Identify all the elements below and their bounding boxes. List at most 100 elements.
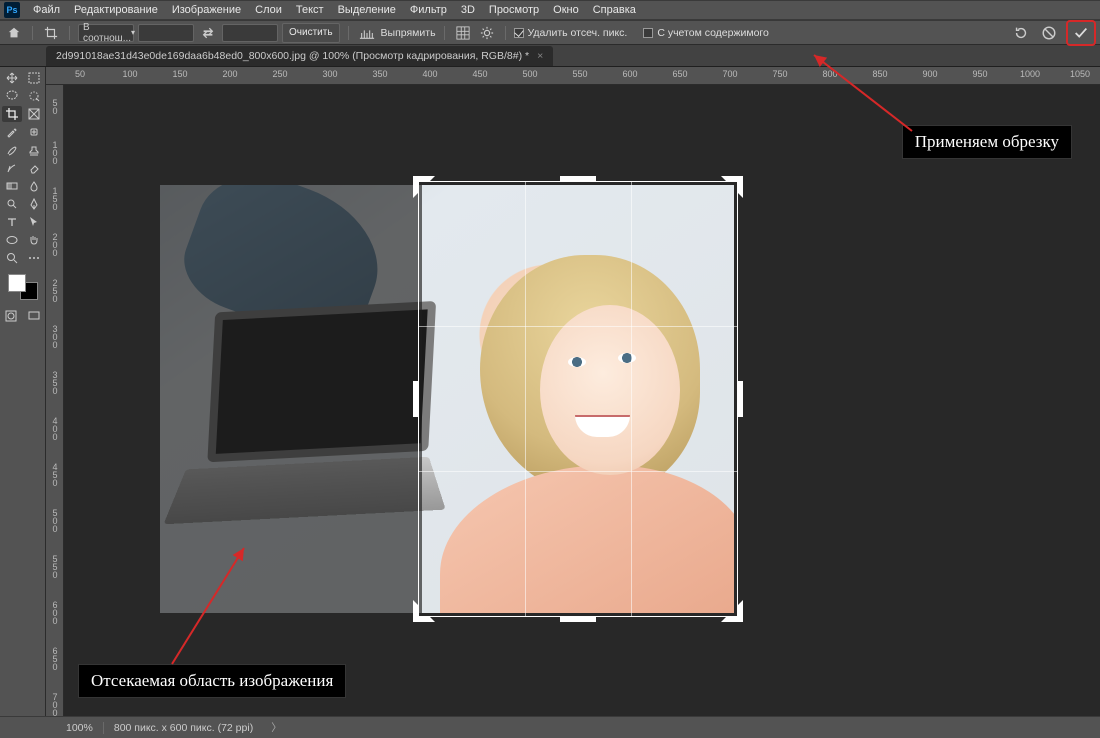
cancel-crop-icon[interactable]: [1038, 22, 1060, 44]
ruler-tick: 450: [472, 69, 487, 79]
dodge-tool[interactable]: [2, 196, 22, 212]
blur-tool[interactable]: [24, 178, 44, 194]
shape-tool[interactable]: [2, 232, 22, 248]
ruler-tick: 1050: [1070, 69, 1090, 79]
eraser-tool[interactable]: [24, 160, 44, 176]
ruler-tick: 6 5 0: [49, 647, 61, 671]
ruler-tick: 5 0: [49, 99, 61, 115]
menu-edit[interactable]: Редактирование: [67, 2, 165, 18]
ruler-tick: 650: [672, 69, 687, 79]
healing-tool[interactable]: [24, 124, 44, 140]
crop-gridline: [525, 181, 526, 617]
quick-select-tool[interactable]: [24, 88, 44, 104]
lasso-tool[interactable]: [2, 88, 22, 104]
color-swatches[interactable]: [6, 272, 40, 302]
straighten-icon[interactable]: [357, 23, 377, 43]
status-menu-icon[interactable]: 〉: [271, 720, 282, 735]
swap-dimensions-icon[interactable]: [198, 23, 218, 43]
type-tool[interactable]: [2, 214, 22, 230]
crop-handle-right[interactable]: [738, 381, 743, 417]
ratio-preset-select[interactable]: В соотнош...▾: [78, 24, 134, 42]
overlay-options-icon[interactable]: [453, 23, 473, 43]
crop-tool-icon[interactable]: [41, 23, 61, 43]
ruler-tick: 350: [372, 69, 387, 79]
ruler-tick: 3 5 0: [49, 371, 61, 395]
menu-file[interactable]: Файл: [26, 2, 67, 18]
ruler-tick: 950: [972, 69, 987, 79]
ruler-tick: 100: [122, 69, 137, 79]
pen-tool[interactable]: [24, 196, 44, 212]
crop-settings-icon[interactable]: [477, 23, 497, 43]
ruler-tick: 800: [822, 69, 837, 79]
path-select-tool[interactable]: [24, 214, 44, 230]
menu-bar: Ps Файл Редактирование Изображение Слои …: [0, 0, 1100, 20]
foreground-color[interactable]: [8, 274, 26, 292]
menu-text[interactable]: Текст: [289, 2, 331, 18]
menu-select[interactable]: Выделение: [331, 2, 403, 18]
status-bar: 100% 800 пикс. x 600 пикс. (72 ppi) 〉: [0, 716, 1100, 738]
ruler-tick: 600: [622, 69, 637, 79]
menu-3d[interactable]: 3D: [454, 2, 482, 18]
edit-toolbar[interactable]: [24, 250, 44, 266]
zoom-level[interactable]: 100%: [56, 722, 103, 734]
crop-height-input[interactable]: [222, 24, 278, 42]
horizontal-ruler: 5010015020025030035040045050055060065070…: [46, 67, 1100, 85]
canvas[interactable]: Применяем обрезку Отсекаемая область изо…: [64, 85, 1100, 716]
crop-handle-br[interactable]: [721, 600, 743, 622]
menu-layers[interactable]: Слои: [248, 2, 289, 18]
gradient-tool[interactable]: [2, 178, 22, 194]
hand-tool[interactable]: [24, 232, 44, 248]
commit-crop-button[interactable]: [1070, 22, 1092, 44]
crop-frame[interactable]: [418, 181, 738, 617]
crop-gridline: [418, 471, 738, 472]
crop-handle-top[interactable]: [560, 176, 596, 181]
crop-handle-tl[interactable]: [413, 176, 435, 198]
brush-tool[interactable]: [2, 142, 22, 158]
menu-view[interactable]: Просмотр: [482, 2, 546, 18]
quickmask-icon[interactable]: [1, 308, 21, 324]
crop-width-input[interactable]: [138, 24, 194, 42]
app-logo: Ps: [4, 2, 20, 18]
menu-help[interactable]: Справка: [586, 2, 643, 18]
clear-button[interactable]: Очистить: [282, 23, 340, 43]
eyedropper-tool[interactable]: [2, 124, 22, 140]
menu-filter[interactable]: Фильтр: [403, 2, 454, 18]
marquee-tool[interactable]: [24, 70, 44, 86]
frame-tool[interactable]: [24, 106, 44, 122]
separator: [505, 26, 506, 40]
ruler-tick: 5 0 0: [49, 509, 61, 533]
ruler-tick: 4 5 0: [49, 463, 61, 487]
crop-handle-left[interactable]: [413, 381, 418, 417]
doc-info[interactable]: 800 пикс. x 600 пикс. (72 ppi): [104, 722, 263, 734]
delete-cropped-checkbox[interactable]: [514, 28, 524, 38]
annotation-apply: Применяем обрезку: [902, 125, 1072, 159]
crop-handle-bl[interactable]: [413, 600, 435, 622]
stamp-tool[interactable]: [24, 142, 44, 158]
document-tab[interactable]: 2d991018ae31d43e0de169daa6b48ed0_800x600…: [46, 46, 553, 66]
crop-shield: [160, 185, 422, 613]
ruler-tick: 7 0 0: [49, 693, 61, 717]
straighten-label[interactable]: Выпрямить: [381, 27, 436, 39]
screenmode-icon[interactable]: [24, 308, 44, 324]
close-tab-icon[interactable]: ×: [537, 50, 543, 62]
workspace: 5010015020025030035040045050055060065070…: [0, 67, 1100, 716]
separator: [69, 26, 70, 40]
zoom-tool[interactable]: [2, 250, 22, 266]
reset-crop-icon[interactable]: [1010, 22, 1032, 44]
ruler-tick: 5 5 0: [49, 555, 61, 579]
history-brush-tool[interactable]: [2, 160, 22, 176]
ruler-tick: 3 0 0: [49, 325, 61, 349]
ruler-tick: 750: [772, 69, 787, 79]
home-icon[interactable]: [4, 23, 24, 43]
content-aware-checkbox[interactable]: [643, 28, 653, 38]
document-tab-title: 2d991018ae31d43e0de169daa6b48ed0_800x600…: [56, 50, 529, 62]
crop-handle-tr[interactable]: [721, 176, 743, 198]
ruler-tick: 2 5 0: [49, 279, 61, 303]
separator: [32, 26, 33, 40]
crop-handle-bottom[interactable]: [560, 617, 596, 622]
crop-tool[interactable]: [2, 106, 22, 122]
move-tool[interactable]: [2, 70, 22, 86]
menu-window[interactable]: Окно: [546, 2, 586, 18]
menu-image[interactable]: Изображение: [165, 2, 248, 18]
tool-panel: [0, 67, 46, 716]
